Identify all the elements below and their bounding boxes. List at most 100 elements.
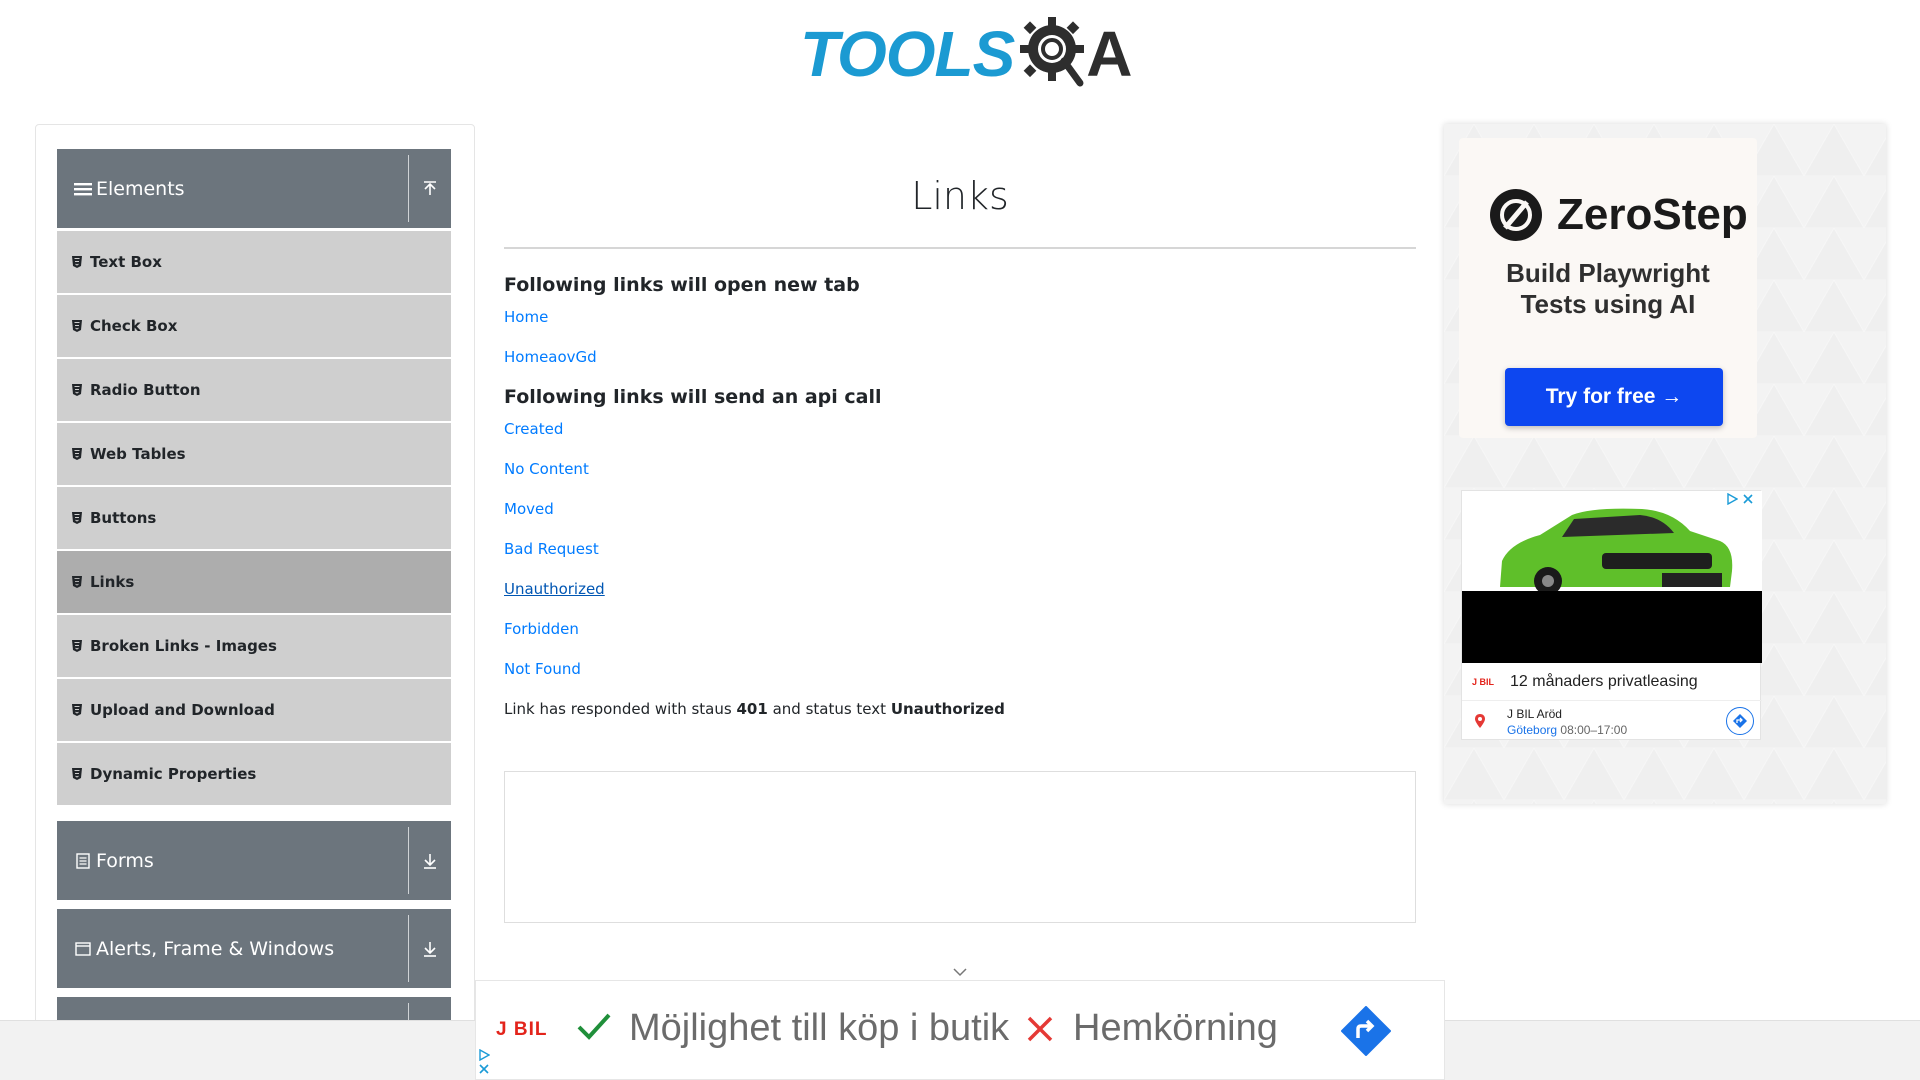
menu-item-check-box[interactable]: Check Box bbox=[57, 295, 451, 357]
option-delivery: Hemkörning bbox=[1073, 1007, 1278, 1049]
menu-item-label: Broken Links - Images bbox=[90, 637, 277, 655]
directions-icon[interactable] bbox=[1726, 707, 1754, 735]
jbil-car-ad[interactable]: J BIL 12 månaders privatleasing J BIL Ar… bbox=[1461, 490, 1762, 741]
zerostep-ad[interactable]: ZeroStep Build Playwright Tests using AI… bbox=[1459, 138, 1757, 438]
right-ad[interactable]: ZeroStep Build Playwright Tests using AI… bbox=[1444, 124, 1886, 804]
dealer-row: J BIL Aröd Göteborg 08:00–17:00 bbox=[1462, 701, 1762, 741]
location-pin-icon bbox=[1475, 713, 1485, 732]
window-icon bbox=[74, 940, 92, 958]
title-divider bbox=[504, 247, 1416, 249]
jbil-logo: J BIL bbox=[1472, 676, 1495, 687]
html5-icon bbox=[72, 256, 82, 268]
html5-icon bbox=[72, 320, 82, 332]
group-label: Elements bbox=[96, 177, 185, 200]
logo-a-text: A bbox=[1086, 18, 1133, 90]
menu-item-label: Buttons bbox=[90, 509, 157, 527]
section-heading-new-tab: Following links will open new tab bbox=[504, 274, 860, 296]
checkmark-icon bbox=[576, 1011, 612, 1045]
zerostep-icon bbox=[1490, 189, 1542, 241]
group-label: Forms bbox=[96, 849, 154, 872]
menu-item-label: Links bbox=[90, 573, 135, 591]
response-middle: and status text bbox=[772, 700, 887, 718]
close-icon[interactable] bbox=[478, 1063, 490, 1075]
menu-item-text-box[interactable]: Text Box bbox=[57, 231, 451, 293]
tagline-line2: Tests using AI bbox=[1520, 289, 1696, 319]
car-offer-text: 12 månaders privatleasing bbox=[1510, 672, 1698, 690]
menu-item-upload-download[interactable]: Upload and Download bbox=[57, 679, 451, 741]
menu-item-web-tables[interactable]: Web Tables bbox=[57, 423, 451, 485]
zerostep-tagline: Build Playwright Tests using AI bbox=[1459, 258, 1757, 320]
zerostep-logo: ZeroStep bbox=[1489, 188, 1748, 242]
toolsqa-logo[interactable]: TOOLS A bbox=[800, 13, 1133, 95]
arrow-up-icon[interactable] bbox=[409, 149, 451, 228]
link-bad-request[interactable]: Bad Request bbox=[504, 540, 599, 558]
page-title: Links bbox=[911, 174, 1009, 218]
car-offer-row: J BIL 12 månaders privatleasing bbox=[1462, 663, 1762, 701]
html5-icon bbox=[72, 704, 82, 716]
close-icon[interactable] bbox=[1742, 493, 1754, 505]
group-header-elements[interactable]: Elements bbox=[57, 149, 451, 228]
html5-icon bbox=[72, 448, 82, 460]
link-created[interactable]: Created bbox=[504, 420, 563, 438]
car-image bbox=[1462, 491, 1762, 595]
link-moved[interactable]: Moved bbox=[504, 500, 554, 518]
section-heading-api: Following links will send an api call bbox=[504, 386, 882, 408]
ad-choices[interactable] bbox=[1726, 493, 1754, 505]
arrow-down-icon[interactable] bbox=[409, 821, 451, 900]
menu-item-label: Dynamic Properties bbox=[90, 765, 257, 783]
html5-icon bbox=[72, 576, 82, 588]
html5-icon bbox=[72, 768, 82, 780]
menu-item-label: Text Box bbox=[90, 253, 162, 271]
menu-item-radio-button[interactable]: Radio Button bbox=[57, 359, 451, 421]
link-forbidden[interactable]: Forbidden bbox=[504, 620, 579, 638]
menu-item-label: Check Box bbox=[90, 317, 178, 335]
option-in-store: Möjlighet till köp i butik bbox=[629, 1007, 1010, 1049]
link-no-content[interactable]: No Content bbox=[504, 460, 589, 478]
menu-item-dynamic-properties[interactable]: Dynamic Properties bbox=[57, 743, 451, 805]
adchoices-play-icon[interactable] bbox=[1726, 493, 1738, 505]
menu-item-links[interactable]: Links bbox=[57, 551, 451, 613]
group-label: Alerts, Frame & Windows bbox=[96, 937, 335, 960]
left-sidebar: Elements Text Box Check Box Radio Button… bbox=[35, 124, 475, 1024]
tagline-line1: Build Playwright bbox=[1506, 258, 1710, 288]
menu-icon bbox=[74, 180, 92, 198]
link-not-found[interactable]: Not Found bbox=[504, 660, 581, 678]
menu-item-label: Upload and Download bbox=[90, 701, 275, 719]
chevron-down-icon[interactable] bbox=[952, 962, 968, 981]
logo-tools-text: TOOLS bbox=[800, 18, 1015, 90]
group-header-forms[interactable]: Forms bbox=[57, 821, 451, 900]
try-for-free-button[interactable]: Try for free → bbox=[1505, 368, 1723, 426]
form-icon bbox=[74, 852, 92, 870]
response-status-text: Unauthorized bbox=[890, 700, 1005, 718]
link-unauthorized[interactable]: Unauthorized bbox=[504, 580, 605, 598]
car-video-area bbox=[1462, 591, 1762, 663]
menu-item-broken-links[interactable]: Broken Links - Images bbox=[57, 615, 451, 677]
link-home[interactable]: Home bbox=[504, 308, 548, 326]
html5-icon bbox=[72, 640, 82, 652]
adchoices-play-icon[interactable] bbox=[478, 1049, 490, 1061]
dealer-location: Göteborg 08:00–17:00 bbox=[1507, 723, 1627, 737]
dealer-name: J BIL Aröd bbox=[1507, 707, 1562, 721]
dealer-hours: 08:00–17:00 bbox=[1560, 723, 1628, 737]
link-response-message: Link has responded with staus 401 and st… bbox=[504, 700, 1005, 718]
ad-choices[interactable] bbox=[478, 1049, 490, 1075]
gear-magnifier-icon bbox=[1016, 13, 1092, 95]
zerostep-brand: ZeroStep bbox=[1557, 190, 1748, 239]
link-home-dynamic[interactable]: HomeaovGd bbox=[504, 348, 597, 366]
group-header-alerts[interactable]: Alerts, Frame & Windows bbox=[57, 909, 451, 988]
jbil-logo: J BIL bbox=[496, 1019, 548, 1040]
html5-icon bbox=[72, 384, 82, 396]
menu-item-label: Radio Button bbox=[90, 381, 201, 399]
response-status-code: 401 bbox=[736, 700, 768, 718]
html5-icon bbox=[72, 512, 82, 524]
bottom-banner-ad[interactable]: J BIL Möjlighet till köp i butik Hemkörn… bbox=[475, 980, 1445, 1080]
menu-item-buttons[interactable]: Buttons bbox=[57, 487, 451, 549]
directions-icon[interactable] bbox=[1341, 1006, 1391, 1060]
response-prefix: Link has responded with staus bbox=[504, 700, 732, 718]
dealer-city: Göteborg bbox=[1507, 723, 1558, 737]
elements-menu-list: Text Box Check Box Radio Button Web Tabl… bbox=[57, 231, 451, 807]
ad-placeholder-box bbox=[504, 771, 1416, 923]
cross-icon bbox=[1026, 1015, 1054, 1047]
arrow-down-icon[interactable] bbox=[409, 909, 451, 988]
menu-item-label: Web Tables bbox=[90, 445, 186, 463]
